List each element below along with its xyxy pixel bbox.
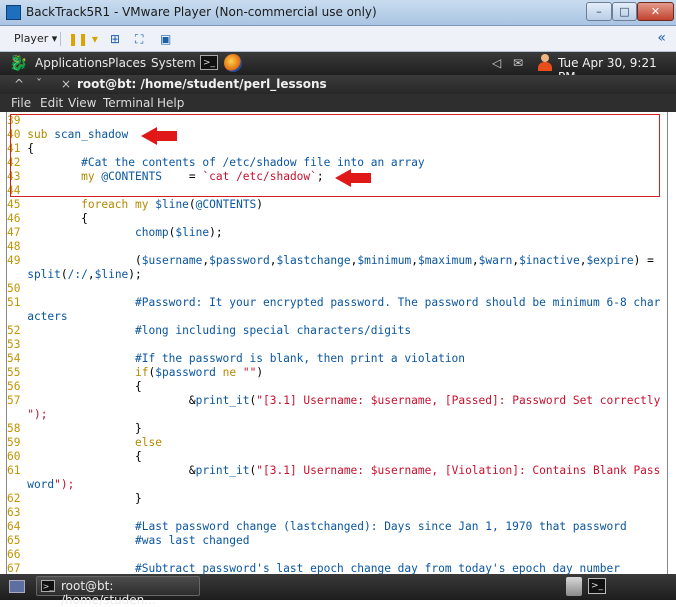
menu-view[interactable]: View [68,96,96,110]
minimize-button[interactable]: – [586,2,612,21]
user-icon[interactable] [537,54,553,72]
annotation-arrow-icon [335,169,371,187]
volume-icon[interactable]: ◁ [492,56,501,70]
menu-terminal[interactable]: Terminal [103,96,154,110]
roll-up-icon[interactable]: ^ [14,77,24,91]
menu-file[interactable]: File [11,96,31,110]
pause-icon[interactable]: ❚❚ ▾ [68,32,98,46]
firefox-launcher-icon[interactable] [224,54,242,72]
terminal-launcher-icon[interactable]: >_ [200,55,218,70]
fullscreen-icon[interactable]: ⛶ [135,32,143,47]
vmware-app-icon [6,5,21,20]
gnome-bottom-panel: >_ root@bt: /home/studen... >_ [0,574,676,607]
system-menu[interactable]: System [151,56,196,70]
gnome-top-panel: 🐉 Applications Places System >_ ◁ ✉ Tue … [0,52,676,84]
unity-icon[interactable]: ▣ [160,32,171,46]
terminal-content[interactable]: 39 40 sub scan_shadow 41 { 42 #Cat the c… [6,112,668,574]
vmware-toolbar: Player ▾ ❚❚ ▾ ⊞ ⛶ ▣ « [0,26,676,52]
taskbar-terminal-label: root@bt: /home/studen... [61,579,156,607]
close-button[interactable]: ✕ [637,2,674,21]
collapse-toolbar-icon[interactable]: « [657,30,666,46]
places-menu[interactable]: Places [108,56,146,70]
player-menu-button[interactable]: Player ▾ [14,32,57,45]
applications-menu[interactable]: Applications [35,56,108,70]
terminal-menubar: File Edit View Terminal Help [0,94,676,112]
show-desktop-icon[interactable] [9,580,25,593]
vmware-titlebar: BackTrack5R1 - VMware Player (Non-commer… [0,0,676,26]
backtrack-dragon-icon[interactable]: 🐉 [9,55,28,72]
window-title: BackTrack5R1 - VMware Player (Non-commer… [26,5,377,19]
terminal-close-icon[interactable]: × [61,77,71,91]
trash-icon[interactable] [566,577,582,596]
network-icon[interactable]: ⊞ [110,32,120,46]
terminal-title: root@bt: /home/student/perl_lessons [77,77,327,91]
roll-down-icon[interactable]: ˇ [36,77,42,91]
toolbar-divider [60,32,61,46]
menu-help[interactable]: Help [157,96,184,110]
terminal-task-icon: >_ [41,580,55,592]
terminal-titlebar: ^ ˇ × root@bt: /home/student/perl_lesson… [0,75,676,94]
workspace-terminal-icon[interactable]: >_ [588,578,606,594]
maximize-button[interactable]: □ [612,2,637,21]
taskbar-terminal-button[interactable]: >_ root@bt: /home/studen... [36,576,200,607]
annotation-arrow-icon [141,127,177,145]
mail-icon[interactable]: ✉ [513,56,523,70]
menu-edit[interactable]: Edit [40,96,63,110]
